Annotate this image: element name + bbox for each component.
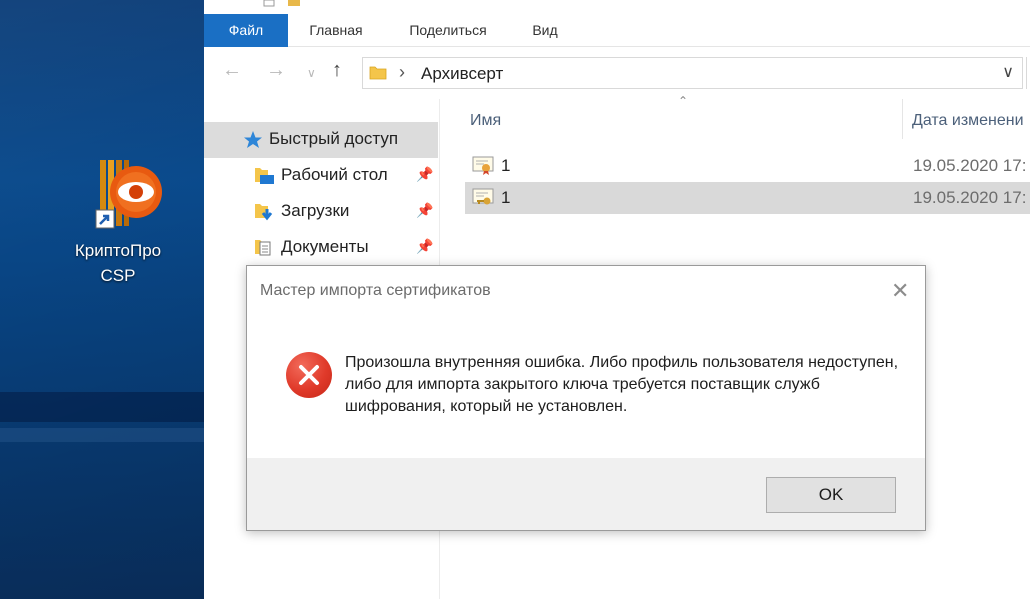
address-dropdown-icon[interactable]: ∨ (1002, 62, 1014, 82)
nav-item-desktop[interactable]: Рабочий стол 📌 (204, 158, 438, 194)
nav-item-downloads[interactable]: Загрузки 📌 (204, 194, 438, 230)
error-icon (286, 352, 332, 398)
nav-item-label: Рабочий стол (281, 165, 388, 184)
tab-view[interactable]: Вид (520, 14, 570, 47)
forward-arrow-icon[interactable]: → (266, 59, 286, 82)
title-bar-icons (263, 0, 300, 7)
desktop-wallpaper-band (0, 392, 204, 422)
nav-item-quick-access[interactable]: Быстрый доступ (204, 122, 438, 158)
close-icon[interactable]: ✕ (891, 278, 909, 304)
tab-home[interactable]: Главная (296, 14, 376, 47)
recent-locations-chevron-icon[interactable]: ∨ (307, 66, 316, 80)
desktop-folder-icon (255, 168, 274, 184)
sort-ascending-icon: ⌃ (678, 94, 689, 108)
certificate-key-icon (472, 188, 494, 205)
pin-icon[interactable]: 📌 (416, 202, 433, 219)
certificate-icon (472, 156, 494, 175)
file-row-selected[interactable]: 1 19.05.2020 17: (465, 182, 1030, 214)
tab-file[interactable]: Файл (204, 14, 288, 47)
documents-folder-icon (255, 240, 271, 256)
downloads-folder-icon (255, 204, 273, 221)
star-icon (244, 131, 262, 148)
desktop-wallpaper-band-light (0, 428, 204, 442)
error-dialog: Мастер импорта сертификатов ✕ Произошла … (246, 265, 926, 531)
address-path: Архивсерт (421, 64, 504, 83)
desktop: КриптоПро CSP (0, 0, 204, 599)
column-header-date[interactable]: Дата изменени (912, 112, 1024, 130)
ok-button[interactable]: OK (766, 477, 896, 513)
file-date: 19.05.2020 17: (913, 188, 1027, 207)
nav-item-documents[interactable]: Документы 📌 (204, 230, 438, 266)
nav-item-label: Быстрый доступ (269, 129, 399, 148)
search-box-edge[interactable] (1026, 57, 1030, 89)
pin-icon[interactable]: 📌 (416, 238, 433, 255)
file-date: 19.05.2020 17: (913, 156, 1027, 175)
desktop-shortcut-cryptopro[interactable]: КриптоПро CSP (68, 158, 180, 288)
pin-icon[interactable]: 📌 (416, 166, 433, 183)
column-separator[interactable] (902, 99, 903, 139)
back-arrow-icon[interactable]: ← (222, 59, 242, 82)
folder-icon (369, 66, 387, 80)
desktop-shortcut-label: КриптоПро CSP (74, 241, 162, 285)
breadcrumb-chevron-icon: › (399, 62, 405, 82)
error-message: Произошла внутренняя ошибка. Либо профил… (345, 354, 899, 415)
tab-share[interactable]: Поделиться (392, 14, 504, 47)
title-bar (204, 0, 1030, 14)
column-header-name[interactable]: Имя (470, 112, 501, 130)
nav-item-label: Загрузки (281, 201, 350, 220)
nav-item-label: Документы (281, 237, 369, 256)
up-arrow-icon[interactable]: ↑ (332, 59, 342, 82)
file-name: 1 (501, 188, 511, 207)
file-row[interactable]: 1 19.05.2020 17: (465, 150, 1030, 182)
ribbon: Файл Главная Поделиться Вид (204, 14, 1030, 47)
address-bar[interactable]: › Архивсерт ∨ (362, 57, 1023, 89)
dialog-title: Мастер импорта сертификатов (260, 282, 491, 299)
cryptopro-icon (86, 158, 162, 234)
file-name: 1 (501, 156, 511, 175)
